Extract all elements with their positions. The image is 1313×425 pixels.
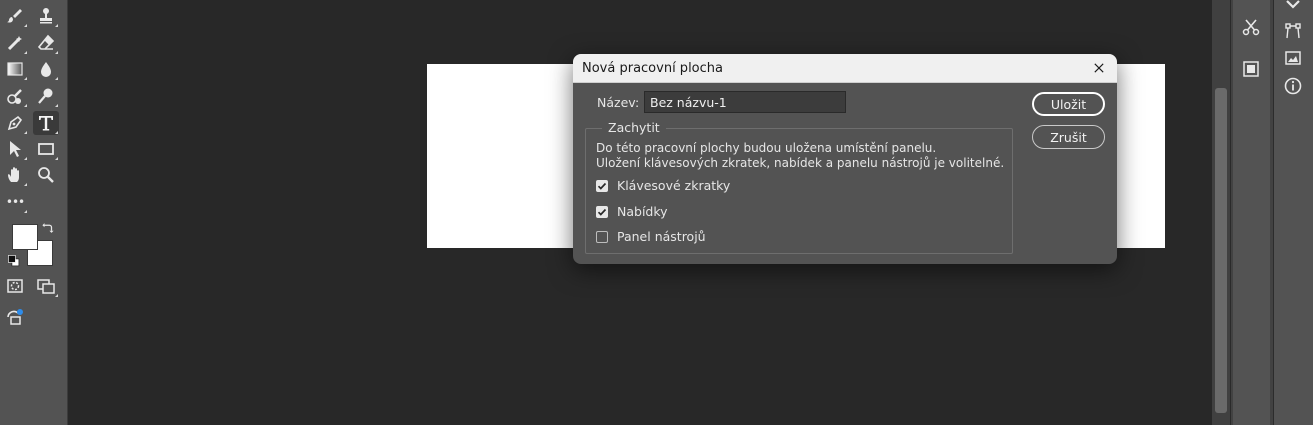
submenu-indicator [55, 104, 58, 107]
submenu-indicator [55, 77, 58, 80]
cancel-button[interactable]: Zrušit [1032, 125, 1105, 149]
tool-presets-button[interactable] [1236, 14, 1266, 40]
submenu-indicator [55, 294, 58, 297]
info-panel-button[interactable] [1278, 73, 1308, 99]
burn-icon [38, 88, 53, 104]
submenu-indicator [24, 183, 27, 186]
checkmark-icon [597, 182, 607, 190]
submenu-indicator [24, 210, 27, 213]
eraser-tool[interactable] [33, 31, 59, 55]
healing-icon [7, 36, 22, 51]
blur-icon [41, 62, 51, 77]
chevron-down-icon [1286, 0, 1300, 9]
dialog-titlebar: Nová pracovní plocha [573, 54, 1117, 83]
healing-tool[interactable] [2, 31, 28, 55]
foreground-color-swatch[interactable] [12, 224, 38, 250]
dodge-tool[interactable] [2, 84, 28, 108]
quick-mask-icon [7, 279, 23, 293]
description-line-1: Do této pracovní plochy budou uložena um… [596, 141, 937, 155]
stamp-tool[interactable] [33, 4, 59, 28]
share-icon [7, 309, 23, 325]
image-icon [1285, 51, 1301, 65]
blur-tool[interactable] [33, 57, 59, 81]
submenu-indicator [55, 131, 58, 134]
pen-tool[interactable] [2, 111, 28, 135]
rectangle-tool[interactable] [33, 137, 59, 161]
libraries-button[interactable] [1236, 56, 1266, 82]
brush-tool[interactable] [2, 4, 28, 28]
swap-arrow-icon [42, 223, 54, 233]
toolbar-checkbox-row[interactable]: Panel nástrojů [596, 229, 706, 244]
info-icon [1284, 77, 1302, 95]
close-button[interactable] [1089, 58, 1109, 78]
screen-mode-icon [37, 279, 55, 294]
type-icon [39, 116, 53, 131]
gradient-tool[interactable] [2, 57, 28, 81]
tools-panel: ••• [0, 0, 68, 425]
burn-tool[interactable] [33, 84, 59, 108]
submenu-indicator [24, 131, 27, 134]
submenu-indicator [55, 24, 58, 27]
collapse-panels-button[interactable] [1278, 0, 1308, 18]
hand-icon [8, 167, 19, 182]
submenu-indicator [24, 24, 27, 27]
type-tool[interactable] [33, 111, 59, 135]
scissors-icon [1242, 19, 1260, 36]
capture-group-title: Zachytit [602, 120, 666, 135]
submenu-indicator [24, 51, 27, 54]
toolbar-checkbox-label: Panel nástrojů [617, 229, 706, 244]
eraser-icon [37, 34, 55, 50]
rectangle-icon [38, 143, 54, 155]
menus-checkbox[interactable] [596, 205, 608, 218]
quick-mask-button[interactable] [2, 274, 28, 298]
toolbar-checkbox[interactable] [596, 230, 608, 243]
paths-icon [1285, 23, 1301, 39]
zoom-tool[interactable] [33, 163, 59, 187]
stamp-icon [40, 8, 52, 24]
submenu-indicator [24, 77, 27, 80]
path-select-tool[interactable] [2, 137, 28, 161]
hand-tool[interactable] [2, 163, 28, 187]
shortcuts-checkbox-label: Klávesové zkratky [617, 178, 731, 193]
gradient-icon [7, 62, 23, 76]
submenu-indicator [55, 51, 58, 54]
paths-panel-button[interactable] [1278, 18, 1308, 44]
pen-icon [7, 115, 23, 131]
name-label: Název: [597, 95, 640, 110]
name-input[interactable] [644, 91, 846, 113]
dialog-title: Nová pracovní plocha [582, 61, 723, 76]
default-colors-icon [8, 255, 20, 267]
more-tools-icon: ••• [5, 195, 25, 209]
more-tools-button[interactable]: ••• [2, 190, 28, 214]
scrollbar-thumb[interactable] [1215, 88, 1227, 413]
menus-checkbox-label: Nabídky [617, 204, 668, 219]
save-button[interactable]: Uložit [1032, 92, 1105, 116]
default-colors-button[interactable] [5, 252, 23, 270]
submenu-indicator [24, 157, 27, 160]
checkmark-icon [597, 208, 607, 216]
capture-description: Do této pracovní plochy budou uložena um… [596, 141, 1004, 171]
screen-mode-button[interactable] [33, 274, 59, 298]
zoom-icon [38, 167, 54, 183]
menus-checkbox-row[interactable]: Nabídky [596, 204, 668, 219]
dodge-icon [7, 89, 22, 104]
brush-icon [7, 9, 22, 23]
path-select-icon [10, 141, 21, 157]
shortcuts-checkbox-row[interactable]: Klávesové zkratky [596, 178, 730, 193]
share-button[interactable] [2, 305, 28, 329]
submenu-indicator [55, 157, 58, 160]
libraries-icon [1243, 61, 1259, 77]
swap-colors-button[interactable] [38, 219, 58, 237]
close-icon [1094, 63, 1104, 73]
shortcuts-checkbox[interactable] [596, 179, 608, 192]
new-workspace-dialog: Nová pracovní plocha Název: Uložit Zruši… [573, 54, 1117, 264]
image-panel-button[interactable] [1278, 45, 1308, 71]
submenu-indicator [24, 104, 27, 107]
description-line-2: Uložení klávesových zkratek, nabídek a p… [596, 156, 1005, 170]
